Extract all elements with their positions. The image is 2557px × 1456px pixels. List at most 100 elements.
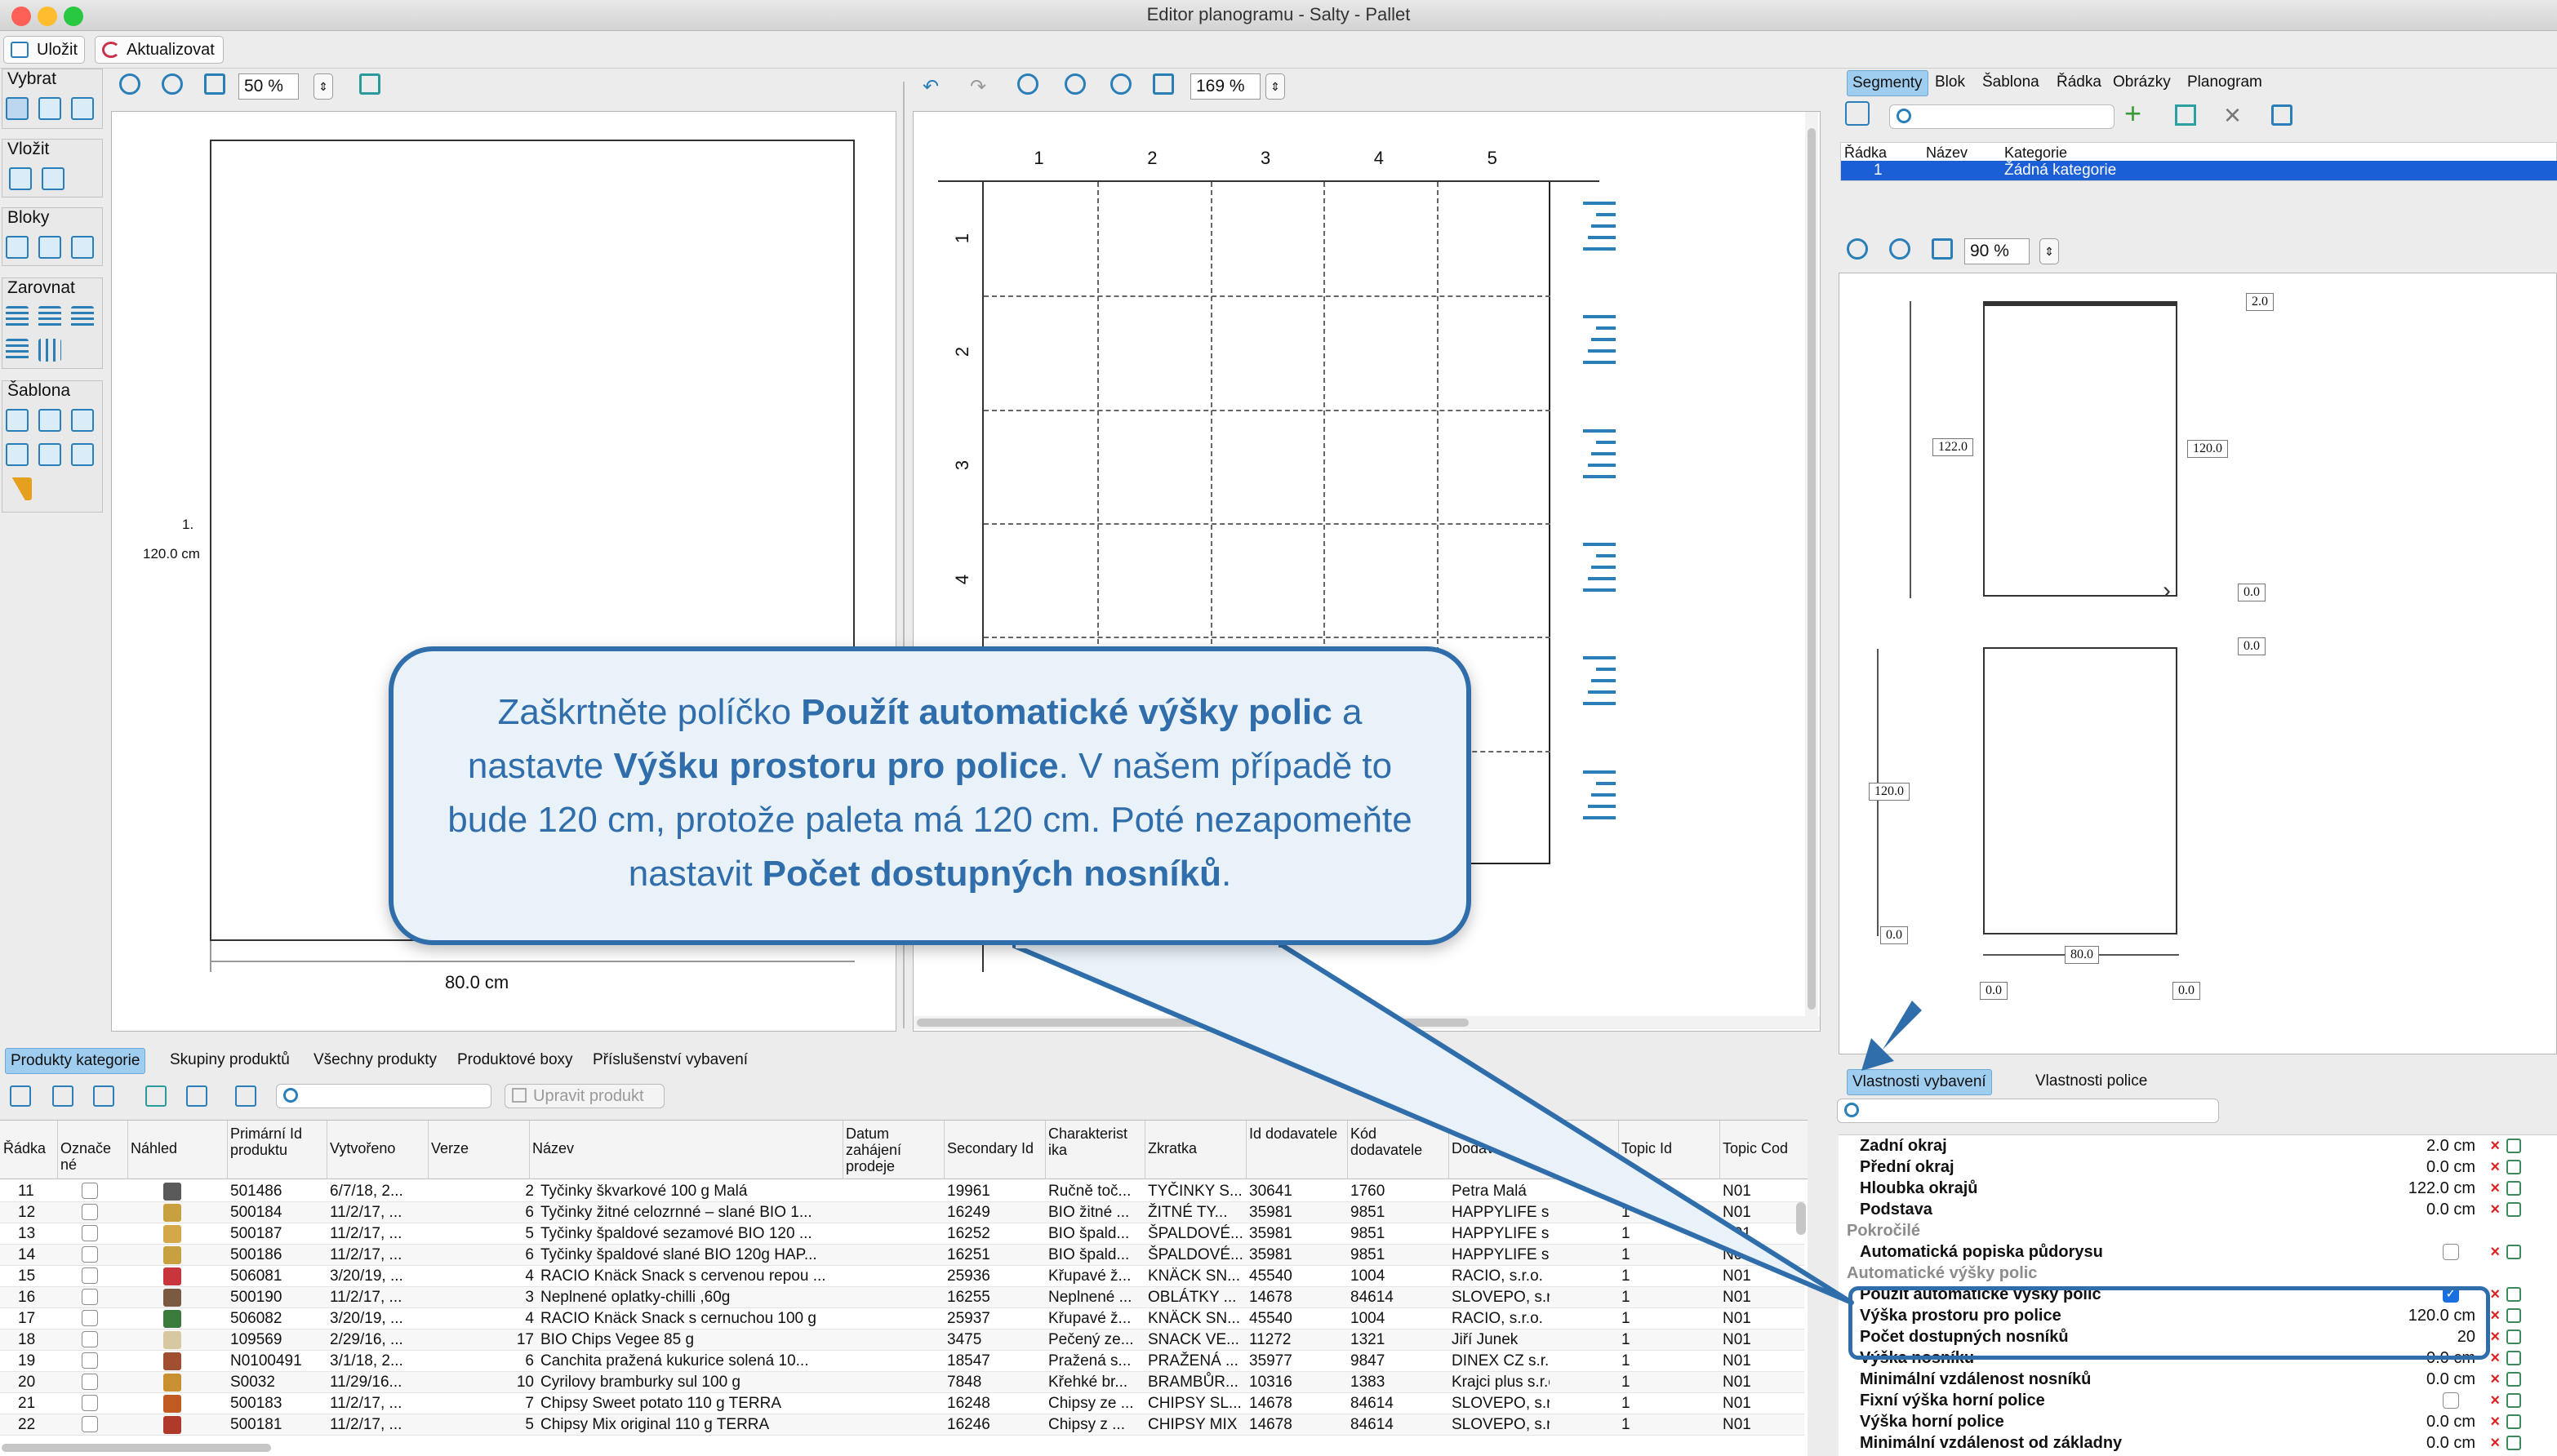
edit-value-icon[interactable] — [2506, 1351, 2521, 1365]
preview-zoom-in-icon[interactable] — [1847, 238, 1868, 260]
reset-x-icon[interactable]: × — [2490, 1432, 2500, 1454]
template-5-icon[interactable] — [38, 443, 61, 466]
edit-value-icon[interactable] — [2506, 1414, 2521, 1429]
reset-x-icon[interactable]: × — [2490, 1369, 2500, 1390]
mid-zoom-reset-icon[interactable] — [1110, 73, 1132, 95]
property-value[interactable]: 122.0 cm — [2408, 1178, 2475, 1199]
align-left-icon[interactable] — [6, 306, 29, 329]
shelf-icon[interactable] — [1583, 543, 1616, 595]
template-2-icon[interactable] — [38, 409, 61, 432]
duplicate-icon[interactable] — [145, 1085, 167, 1107]
table-hscroll-thumb[interactable] — [2, 1444, 271, 1452]
template-1-icon[interactable] — [6, 409, 29, 432]
column-header[interactable]: Primární Id produktu — [230, 1125, 325, 1158]
block-edit-icon[interactable] — [71, 236, 94, 259]
shelf-icon[interactable] — [1583, 770, 1616, 823]
template-4-icon[interactable] — [6, 443, 29, 466]
preview-zoom-field[interactable]: 90 % — [1964, 238, 2030, 264]
list-icon[interactable] — [186, 1085, 207, 1107]
edit-value-icon[interactable] — [2506, 1308, 2521, 1323]
group-advanced[interactable]: Pokročilé — [1839, 1220, 2557, 1241]
copy-icon[interactable] — [2175, 104, 2196, 126]
tab-3[interactable]: Řádka — [2052, 70, 2106, 96]
shelf-icon[interactable] — [1583, 202, 1616, 254]
refresh-button[interactable]: Aktualizovat — [95, 36, 224, 64]
property-tab-1[interactable]: Vlastnosti police — [2030, 1069, 2152, 1095]
reset-x-icon[interactable]: × — [2490, 1156, 2500, 1178]
check-all-icon[interactable] — [10, 1085, 31, 1107]
align-right-icon[interactable] — [71, 306, 94, 329]
template-3-icon[interactable] — [71, 409, 94, 432]
preview-zoom-stepper[interactable]: ⇕ — [2039, 238, 2059, 264]
distribute-icon[interactable] — [38, 339, 61, 362]
property-search-input[interactable] — [1837, 1099, 2219, 1123]
column-header[interactable]: Verze — [431, 1140, 527, 1156]
property-row[interactable]: Podstava 0.0 cm × — [1839, 1199, 2557, 1220]
header-name[interactable]: Název — [1926, 144, 2008, 161]
product-tab-3[interactable]: Produktové boxy — [452, 1048, 578, 1074]
reset-x-icon[interactable]: × — [2490, 1411, 2500, 1432]
property-value[interactable]: 0.0 cm — [2426, 1432, 2475, 1454]
middle-zoom-field[interactable]: 169 % — [1190, 73, 1261, 100]
select-tool-icon[interactable] — [6, 97, 29, 120]
property-row[interactable]: Minimální vzdálenost od základny 0.0 cm × — [1839, 1432, 2557, 1454]
property-row[interactable]: Automatická popiska půdorysu × — [1839, 1241, 2557, 1263]
property-value[interactable]: 0.0 cm — [2426, 1369, 2475, 1390]
tab-2[interactable]: Šablona — [1977, 70, 2044, 96]
vertical-scrollbar[interactable] — [1805, 112, 1818, 1016]
chevron-right-icon[interactable]: › — [2163, 577, 2171, 605]
property-value[interactable]: 0.0 cm — [2426, 1156, 2475, 1178]
table-row[interactable]: 19 N0100491 3/1/18, 2... 6 Canchita pražená … — [0, 1351, 1804, 1372]
reset-x-icon[interactable]: × — [2490, 1178, 2500, 1199]
copy-products-icon[interactable] — [93, 1085, 114, 1107]
middle-zoom-stepper[interactable]: ⇕ — [1265, 73, 1285, 100]
product-tab-4[interactable]: Příslušenství vybavení — [588, 1048, 753, 1074]
property-value[interactable]: 2.0 cm — [2426, 1135, 2475, 1156]
scroll-thumb-v[interactable] — [1808, 128, 1816, 1010]
edit-value-icon[interactable] — [2506, 1329, 2521, 1344]
reset-x-icon[interactable]: × — [2490, 1326, 2500, 1347]
redo-icon[interactable]: ↷ — [970, 75, 986, 99]
tab-0[interactable]: Segmenty — [1847, 70, 1928, 96]
edit-product-button[interactable]: Upravit produkt — [505, 1084, 665, 1108]
zoom-fit-icon[interactable] — [204, 73, 225, 95]
edit-value-icon[interactable] — [2506, 1393, 2521, 1408]
shelf-icon[interactable] — [1583, 315, 1616, 367]
edit-value-icon[interactable] — [2506, 1202, 2521, 1217]
save-button[interactable]: Uložit — [3, 36, 85, 64]
zoom-in-icon[interactable] — [119, 73, 140, 95]
column-header[interactable]: Náhled — [131, 1140, 225, 1156]
reset-x-icon[interactable]: × — [2490, 1305, 2500, 1326]
shelf-icon[interactable] — [1583, 656, 1616, 708]
column-header[interactable]: Označe né — [60, 1140, 126, 1173]
left-zoom-field[interactable]: 50 % — [238, 73, 299, 100]
property-checkbox[interactable] — [2443, 1392, 2459, 1409]
segment-row-selected[interactable]: 1 Žádná kategorie — [1841, 161, 2557, 180]
column-header[interactable]: Řádka — [3, 1140, 56, 1156]
group-auto-heights[interactable]: Automatické výšky polic — [1839, 1263, 2557, 1284]
reset-x-icon[interactable]: × — [2490, 1199, 2500, 1220]
basket-icon[interactable] — [1845, 101, 1870, 126]
template-6-icon[interactable] — [71, 443, 94, 466]
edit-value-icon[interactable] — [2506, 1245, 2521, 1259]
pallet-preview[interactable]: 2.0 122.0 120.0 0.0 0.0 120.0 0.0 80.0 0… — [1839, 273, 2557, 1054]
property-row[interactable]: Hloubka okrajů 122.0 cm × — [1839, 1178, 2557, 1199]
product-search-input[interactable] — [276, 1084, 491, 1108]
undo-icon[interactable]: ↶ — [923, 75, 939, 99]
header-category[interactable]: Kategorie — [2004, 144, 2168, 161]
property-row[interactable]: Zadní okraj 2.0 cm × — [1839, 1135, 2557, 1156]
shelf-icon[interactable] — [1583, 428, 1616, 482]
product-tab-1[interactable]: Skupiny produktů — [165, 1048, 295, 1074]
edit-value-icon[interactable] — [2506, 1287, 2521, 1302]
edit-value-icon[interactable] — [2506, 1372, 2521, 1387]
table-row[interactable]: 20 S0032 11/29/16... 10 Cyrilovy bramburky s… — [0, 1372, 1804, 1393]
mid-zoom-in-icon[interactable] — [1017, 73, 1038, 95]
tab-5[interactable]: Planogram — [2182, 70, 2267, 96]
reset-x-icon[interactable]: × — [2490, 1347, 2500, 1369]
property-row[interactable]: Přední okraj 0.0 cm × — [1839, 1156, 2557, 1178]
left-zoom-stepper[interactable]: ⇕ — [314, 73, 333, 100]
block-remove-icon[interactable] — [38, 236, 61, 259]
block-add-icon[interactable] — [6, 236, 29, 259]
property-row[interactable]: Výška horní police 0.0 cm × — [1839, 1411, 2557, 1432]
insert-shelf-icon[interactable] — [9, 167, 32, 190]
